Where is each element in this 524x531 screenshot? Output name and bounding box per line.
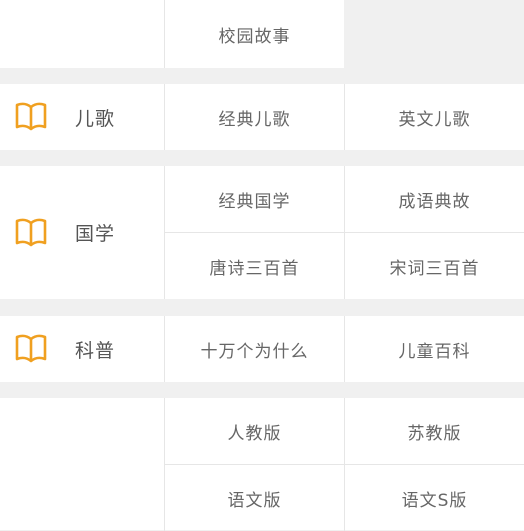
section-top: 校园故事 xyxy=(0,0,524,68)
grid-item-classic-guoxue[interactable]: 经典国学 xyxy=(164,166,344,232)
category-label: 国学 xyxy=(75,223,116,245)
grid-item-jiangsu-edition[interactable]: 苏教版 xyxy=(344,398,524,464)
section-science: 科普 十万个为什么 儿童百科 xyxy=(0,316,524,382)
grid-item-why-questions[interactable]: 十万个为什么 xyxy=(164,316,344,382)
section-chinese-classics: 国学 经典国学 成语典故 唐诗三百首 宋词三百首 xyxy=(0,166,524,299)
grid-item-song-ci[interactable]: 宋词三百首 xyxy=(344,233,524,299)
category-label: 科普 xyxy=(75,339,116,362)
grid-item-english-songs[interactable]: 英文儿歌 xyxy=(344,84,524,150)
book-icon xyxy=(15,218,47,246)
category-label: 儿歌 xyxy=(75,107,116,130)
grid-item-pep-edition[interactable]: 人教版 xyxy=(164,398,344,464)
empty-slot xyxy=(344,0,524,68)
grid-item-tang-poems[interactable]: 唐诗三百首 xyxy=(164,233,344,299)
grid-item-yuwen-s-edition[interactable]: 语文S版 xyxy=(344,465,524,531)
grid-item-idiom-stories[interactable]: 成语典故 xyxy=(344,166,524,232)
book-icon xyxy=(15,102,47,131)
grid-item-kids-encyclopedia[interactable]: 儿童百科 xyxy=(344,316,524,382)
category-header: 儿歌 xyxy=(0,84,164,150)
category-header: 科普 xyxy=(0,316,164,382)
section-textbooks: 人教版 苏教版 语文版 语文S版 xyxy=(0,398,524,531)
grid-item-yuwen-edition[interactable]: 语文版 xyxy=(164,465,344,531)
section-children-songs: 儿歌 经典儿歌 英文儿歌 xyxy=(0,84,524,150)
grid-item-campus-stories[interactable]: 校园故事 xyxy=(164,0,344,68)
grid-item-classic-songs[interactable]: 经典儿歌 xyxy=(164,84,344,150)
book-icon xyxy=(15,334,47,363)
category-header: 国学 xyxy=(0,166,164,299)
